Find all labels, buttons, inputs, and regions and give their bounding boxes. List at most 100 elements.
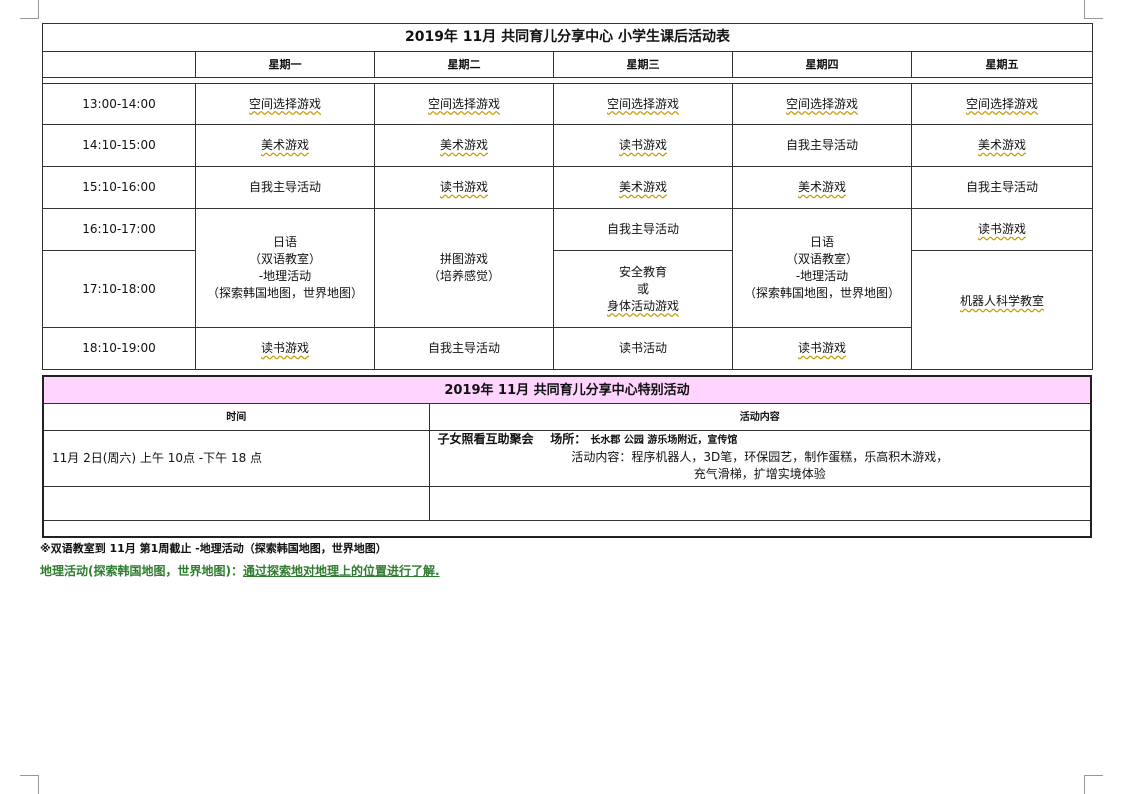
table-row bbox=[42, 520, 1092, 537]
activity-text: 空间选择游戏 bbox=[606, 96, 679, 111]
japanese-line: 日语 bbox=[272, 235, 297, 249]
activity-cell: 美术游戏 bbox=[732, 166, 912, 209]
crop-mark-top-left bbox=[20, 0, 39, 19]
schedule-title: 2019年 11月 共同育儿分享中心 小学生课后活动表 bbox=[41, 23, 1094, 52]
time-column-header: 时间 bbox=[42, 403, 430, 431]
time-cell: 18:10-19:00 bbox=[42, 327, 196, 370]
empty-cell bbox=[428, 486, 1092, 521]
header-empty-cell bbox=[42, 51, 196, 78]
activity-cell: 自我主导活动 bbox=[374, 327, 554, 370]
geography-note: 地理活动(探索韩国地图，世界地图)：通过探索地对地理上的位置进行了解. bbox=[40, 562, 440, 579]
safety-line: 或 bbox=[636, 281, 649, 296]
activity-text: 美术游戏 bbox=[260, 138, 309, 152]
event-content-line: 充气滑梯，扩增实境体验 bbox=[693, 467, 826, 481]
special-activity-table: 2019年 11月 共同育儿分享中心特别活动 时间 活动内容 11月 2日(周六… bbox=[42, 375, 1093, 538]
japanese-class-cell: 日语 （双语教室） -地理活动 （探索韩国地图，世界地图） bbox=[195, 208, 375, 328]
activity-cell: 空间选择游戏 bbox=[732, 83, 912, 125]
activity-cell: 自我主导活动 bbox=[732, 124, 912, 167]
activity-cell: 空间选择游戏 bbox=[910, 83, 1094, 125]
japanese-line: 日语 bbox=[809, 235, 834, 249]
japanese-line: -地理活动 bbox=[258, 269, 312, 283]
activity-cell: 自我主导活动 bbox=[910, 166, 1094, 209]
activity-text: 美术游戏 bbox=[439, 138, 488, 152]
japanese-line: （探索韩国地图，世界地图） bbox=[743, 286, 900, 300]
safety-line: 安全教育 bbox=[618, 264, 667, 279]
day-header: 星期四 bbox=[732, 51, 912, 78]
activity-text: 读书游戏 bbox=[797, 341, 846, 355]
bilingual-class-note: ※双语教室到 11月 第1周截止 -地理活动（探索韩国地图，世界地图） bbox=[40, 542, 387, 555]
time-cell: 16:10-17:00 bbox=[42, 208, 196, 251]
event-place-label: 场所： bbox=[550, 432, 587, 446]
activity-text: 空间选择游戏 bbox=[966, 96, 1039, 111]
day-header: 星期五 bbox=[910, 51, 1094, 78]
schedule-table: 2019年 11月 共同育儿分享中心 小学生课后活动表 星期一 星期二 星期三 … bbox=[41, 23, 1094, 370]
geography-note-label: 地理活动(探索韩国地图，世界地图)： bbox=[40, 564, 243, 578]
time-cell: 17:10-18:00 bbox=[42, 250, 196, 328]
activity-cell: 读书游戏 bbox=[374, 166, 554, 209]
puzzle-line: （培养感觉） bbox=[427, 269, 500, 283]
activity-cell: 读书游戏 bbox=[195, 327, 375, 370]
day-header: 星期一 bbox=[195, 51, 375, 78]
event-place: 长水郡 公园 游乐场附近，宣传馆 bbox=[590, 435, 738, 446]
event-content-cell: 子女照看互助聚会 场所： 长水郡 公园 游乐场附近，宣传馆 活动内容：程序机器人… bbox=[428, 430, 1092, 487]
activity-cell: 空间选择游戏 bbox=[374, 83, 554, 125]
table-row bbox=[42, 486, 1092, 521]
empty-cell bbox=[42, 486, 430, 521]
activity-text: 读书游戏 bbox=[439, 180, 488, 194]
activity-cell: 自我主导活动 bbox=[553, 208, 733, 251]
japanese-line: （探索韩国地图，世界地图） bbox=[206, 286, 363, 300]
robot-science-cell: 机器人科学教室 bbox=[910, 250, 1094, 370]
activity-cell: 美术游戏 bbox=[553, 166, 733, 209]
table-row: 16:10-17:00 日语 （双语教室） -地理活动 （探索韩国地图，世界地图… bbox=[42, 208, 1094, 328]
japanese-line: （双语教室） bbox=[248, 252, 321, 266]
crop-mark-bottom-right bbox=[1084, 775, 1103, 794]
activity-cell: 空间选择游戏 bbox=[195, 83, 375, 125]
table-row: 11月 2日(周六) 上午 10点 -下午 18 点 子女照看互助聚会 场所： … bbox=[42, 430, 1092, 487]
activity-text: 空间选择游戏 bbox=[248, 96, 321, 111]
activity-text: 机器人科学教室 bbox=[960, 294, 1045, 308]
japanese-class-cell: 日语 （双语教室） -地理活动 （探索韩国地图，世界地图） bbox=[732, 208, 912, 328]
day-header: 星期三 bbox=[553, 51, 733, 78]
activity-text: 读书游戏 bbox=[618, 138, 667, 152]
table-row: 14:10-15:00 美术游戏 美术游戏 读书游戏 自我主导活动 美术游戏 bbox=[42, 124, 1094, 167]
puzzle-game-cell: 拼图游戏 （培养感觉） bbox=[374, 208, 554, 328]
safety-cell: 安全教育 或 身体活动游戏 bbox=[553, 250, 733, 328]
event-time: 11月 2日(周六) 上午 10点 -下午 18 点 bbox=[42, 430, 430, 487]
event-content-line: 活动内容：程序机器人，3D笔，环保园艺，制作蛋糕，乐高积木游戏， bbox=[571, 450, 949, 464]
table-row: 13:00-14:00 空间选择游戏 空间选择游戏 空间选择游戏 空间选择游戏 … bbox=[42, 83, 1094, 125]
activity-cell: 读书游戏 bbox=[553, 124, 733, 167]
japanese-line: -地理活动 bbox=[795, 269, 849, 283]
time-cell: 13:00-14:00 bbox=[42, 83, 196, 125]
geography-note-text: 通过探索地对地理上的位置进行了解. bbox=[242, 564, 440, 578]
activity-text: 美术游戏 bbox=[978, 138, 1027, 152]
activity-cell: 美术游戏 bbox=[195, 124, 375, 167]
time-cell: 14:10-15:00 bbox=[42, 124, 196, 167]
safety-line: 身体活动游戏 bbox=[554, 298, 732, 315]
crop-mark-bottom-left bbox=[20, 775, 39, 794]
activity-text: 读书游戏 bbox=[260, 341, 309, 355]
special-title: 2019年 11月 共同育儿分享中心特别活动 bbox=[42, 375, 1092, 404]
activity-text: 身体活动游戏 bbox=[606, 298, 679, 313]
activity-text: 空间选择游戏 bbox=[785, 96, 858, 111]
day-header: 星期二 bbox=[374, 51, 554, 78]
content-column-header: 活动内容 bbox=[428, 403, 1092, 431]
schedule-header-row: 星期一 星期二 星期三 星期四 星期五 bbox=[42, 51, 1094, 78]
activity-cell: 自我主导活动 bbox=[195, 166, 375, 209]
event-name: 子女照看互助聚会 bbox=[437, 432, 534, 446]
special-header-row: 时间 活动内容 bbox=[42, 403, 1092, 431]
event-header: 子女照看互助聚会 场所： 长水郡 公园 游乐场附近，宣传馆 bbox=[430, 431, 1091, 449]
japanese-line: （双语教室） bbox=[785, 252, 858, 266]
activity-cell: 美术游戏 bbox=[910, 124, 1094, 167]
activity-text: 美术游戏 bbox=[797, 180, 846, 194]
activity-cell: 读书游戏 bbox=[732, 327, 912, 370]
activity-cell: 读书游戏 bbox=[910, 208, 1094, 251]
activity-text: 空间选择游戏 bbox=[427, 96, 500, 111]
activity-text: 读书游戏 bbox=[978, 222, 1027, 236]
activity-text: 美术游戏 bbox=[618, 180, 667, 194]
table-row: 15:10-16:00 自我主导活动 读书游戏 美术游戏 美术游戏 自我主导活动 bbox=[42, 166, 1094, 209]
time-cell: 15:10-16:00 bbox=[42, 166, 196, 209]
activity-cell: 读书活动 bbox=[553, 327, 733, 370]
activity-cell: 美术游戏 bbox=[374, 124, 554, 167]
puzzle-line: 拼图游戏 bbox=[439, 252, 488, 266]
empty-cell bbox=[42, 520, 1092, 537]
